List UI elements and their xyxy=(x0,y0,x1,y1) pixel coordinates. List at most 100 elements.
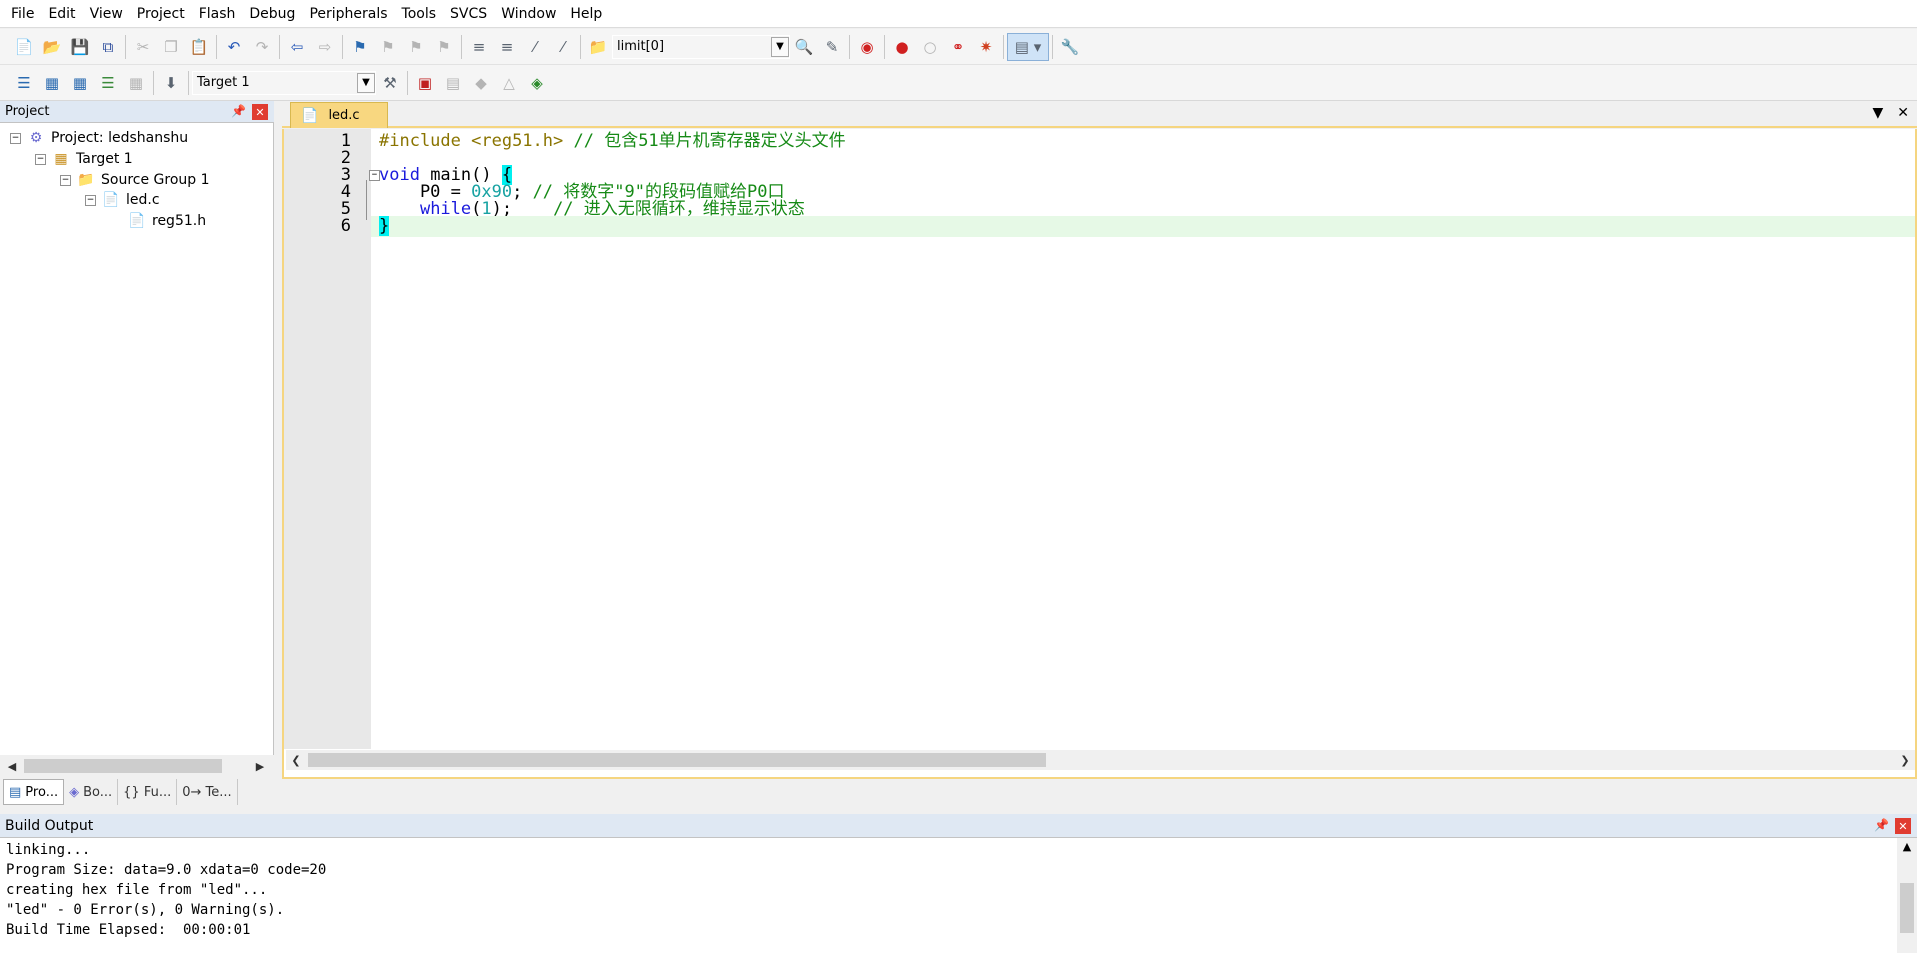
collapse-icon[interactable]: − xyxy=(85,194,96,206)
menu-svcs[interactable]: SVCS xyxy=(443,0,494,28)
close-icon[interactable]: ✕ xyxy=(1897,105,1909,121)
rebuild-icon[interactable]: ▦ xyxy=(66,69,94,97)
project-panel-header: Project 📌 ✕ xyxy=(0,101,274,123)
new-file-icon[interactable]: 📄 xyxy=(10,33,38,61)
toolbar-separator xyxy=(461,34,462,59)
collapse-icon[interactable]: − xyxy=(60,174,71,186)
line-number: 6 xyxy=(340,216,351,236)
close-icon[interactable]: ✕ xyxy=(1895,818,1911,834)
find-icon[interactable]: 🔍 xyxy=(790,33,818,61)
tree-node-header[interactable]: 📄 reg51.h xyxy=(128,210,206,232)
paste-icon[interactable]: 📋 xyxy=(185,33,213,61)
menu-project[interactable]: Project xyxy=(130,0,192,28)
indent-icon[interactable]: ≡ xyxy=(465,33,493,61)
code-editor[interactable]: 1 2 3 4 5 6 #include <reg51.h> // 包含51单片… xyxy=(282,129,1917,779)
collapse-icon[interactable]: − xyxy=(35,153,46,165)
editor-horizontal-scrollbar[interactable]: ❮ ❯ xyxy=(286,750,1915,770)
incremental-find-icon[interactable]: ✎ xyxy=(818,33,846,61)
tab-templates-label: 0→ Te... xyxy=(182,784,232,800)
toolbar-separator xyxy=(153,70,154,95)
navigate-back-icon[interactable]: ⇦ xyxy=(283,33,311,61)
scroll-left-icon[interactable]: ❮ xyxy=(286,750,306,770)
tree-node-target[interactable]: − ▦ Target 1 xyxy=(35,148,133,170)
build-icon[interactable]: ▦ xyxy=(38,69,66,97)
scrollbar-thumb[interactable] xyxy=(24,759,222,773)
menu-edit[interactable]: Edit xyxy=(41,0,82,28)
stop-build-icon[interactable]: ▦ xyxy=(122,69,150,97)
scroll-left-icon[interactable]: ◀ xyxy=(2,756,22,776)
options-for-target-icon[interactable]: ⚒ xyxy=(376,69,404,97)
pin-icon[interactable]: 📌 xyxy=(1874,818,1889,832)
tree-node-file[interactable]: − 📄 led.c xyxy=(85,189,160,211)
scroll-right-icon[interactable]: ▶ xyxy=(250,756,270,776)
file-icon: 📄 xyxy=(301,107,319,124)
cut-icon[interactable]: ✂ xyxy=(129,33,157,61)
output-vertical-scrollbar[interactable]: ▲ xyxy=(1897,838,1917,953)
unindent-icon[interactable]: ≡ xyxy=(493,33,521,61)
uncomment-icon[interactable]: ⁄ xyxy=(549,33,577,61)
menu-flash[interactable]: Flash xyxy=(192,0,243,28)
copy-icon[interactable]: ❐ xyxy=(157,33,185,61)
save-all-icon[interactable]: ⧉ xyxy=(94,33,122,61)
menu-window[interactable]: Window xyxy=(494,0,563,28)
comment-icon[interactable]: ⁄ xyxy=(521,33,549,61)
scroll-right-icon[interactable]: ❯ xyxy=(1895,750,1915,770)
window-layout-icon[interactable]: ▤ ▾ xyxy=(1007,32,1049,61)
debug-session-icon[interactable]: ◉ xyxy=(853,33,881,61)
menu-view[interactable]: View xyxy=(83,0,130,28)
menu-peripherals[interactable]: Peripherals xyxy=(302,0,394,28)
tree-node-project[interactable]: − ⚙ Project: ledshanshu xyxy=(10,127,188,149)
project-horizontal-scrollbar[interactable]: ◀ ▶ xyxy=(2,756,270,776)
find-in-files-icon[interactable]: 📁 xyxy=(584,33,612,61)
multi-project-icon[interactable]: ◈ xyxy=(523,69,551,97)
build-output-panel[interactable]: linking... Program Size: data=9.0 xdata=… xyxy=(0,838,1917,953)
find-combo[interactable]: limit[0] ▼ xyxy=(612,34,790,59)
close-icon[interactable]: ✕ xyxy=(252,104,268,120)
pack-installer-icon[interactable]: △ xyxy=(495,69,523,97)
toolbar-separator xyxy=(1003,34,1004,59)
bookmark-next-icon[interactable]: ⚑ xyxy=(402,33,430,61)
tab-led-c[interactable]: 📄 led.c xyxy=(290,102,388,128)
chevron-down-icon[interactable]: ▼ xyxy=(357,72,375,93)
tab-project[interactable]: ▤ Pro... xyxy=(3,779,65,805)
pin-icon[interactable]: 📌 xyxy=(231,104,246,118)
tab-templates[interactable]: 0→ Te... xyxy=(177,779,238,805)
redo-icon[interactable]: ↷ xyxy=(248,33,276,61)
tree-node-source-group[interactable]: − 📁 Source Group 1 xyxy=(60,169,210,191)
kill-all-breakpoints-icon[interactable]: ✷ xyxy=(972,33,1000,61)
download-icon[interactable]: ⬇ xyxy=(157,69,185,97)
bookmark-previous-icon[interactable]: ⚑ xyxy=(374,33,402,61)
toolbar-separator xyxy=(279,34,280,59)
chevron-down-icon[interactable]: ▼ xyxy=(771,36,789,57)
menu-tools[interactable]: Tools xyxy=(395,0,444,28)
scrollbar-thumb[interactable] xyxy=(1900,883,1914,933)
menu-file[interactable]: File xyxy=(4,0,41,28)
manage-project-items-icon[interactable]: ▣ xyxy=(411,69,439,97)
enable-breakpoint-icon[interactable]: ○ xyxy=(916,33,944,61)
tab-books[interactable]: ◈ Bo... xyxy=(64,779,119,805)
select-packs-icon[interactable]: ▤ xyxy=(439,69,467,97)
disable-all-breakpoints-icon[interactable]: ⚭ xyxy=(944,33,972,61)
undo-icon[interactable]: ↶ xyxy=(220,33,248,61)
bookmark-clear-icon[interactable]: ⚑ xyxy=(430,33,458,61)
insert-breakpoint-icon[interactable]: ● xyxy=(888,33,916,61)
bookmark-toggle-icon[interactable]: ⚑ xyxy=(346,33,374,61)
menu-help[interactable]: Help xyxy=(563,0,609,28)
tab-list-dropdown-icon[interactable]: ▼ xyxy=(1872,105,1883,121)
manage-rte-icon[interactable]: ◆ xyxy=(467,69,495,97)
menu-debug[interactable]: Debug xyxy=(242,0,302,28)
tab-functions[interactable]: {} Fu... xyxy=(118,779,178,805)
fold-toggle-icon[interactable]: − xyxy=(369,170,380,181)
code-area[interactable]: #include <reg51.h> // 包含51单片机寄存器定义头文件 − v… xyxy=(366,129,1915,749)
configure-icon[interactable]: 🔧 xyxy=(1056,33,1084,61)
scrollbar-thumb[interactable] xyxy=(308,753,1046,767)
save-icon[interactable]: 💾 xyxy=(66,33,94,61)
navigate-forward-icon[interactable]: ⇨ xyxy=(311,33,339,61)
scroll-up-icon[interactable]: ▲ xyxy=(1897,840,1917,858)
collapse-icon[interactable]: − xyxy=(10,132,21,144)
target-combo[interactable]: Target 1 ▼ xyxy=(192,70,376,95)
open-file-icon[interactable]: 📂 xyxy=(38,33,66,61)
output-line: Program Size: data=9.0 xdata=0 code=20 xyxy=(6,862,327,878)
translate-icon[interactable]: ☰ xyxy=(10,69,38,97)
batch-build-icon[interactable]: ☰ xyxy=(94,69,122,97)
